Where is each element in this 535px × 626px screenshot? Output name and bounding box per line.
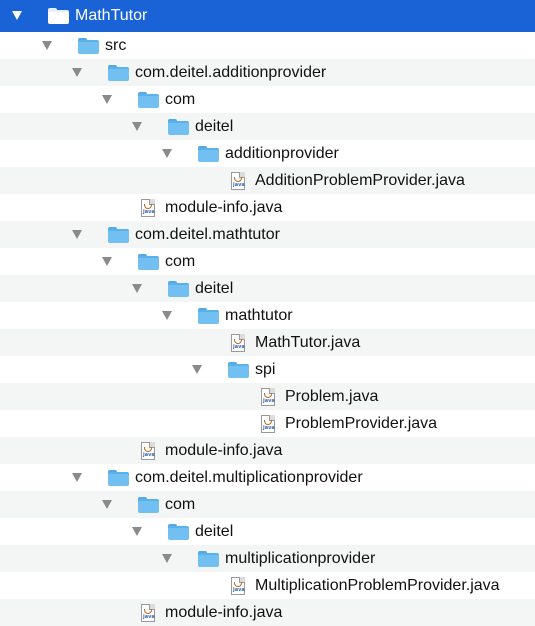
tree-item-label: spi xyxy=(255,361,276,378)
tree-row-folder[interactable]: multiplicationprovider xyxy=(0,545,535,572)
tree-item-label: MultiplicationProblemProvider.java xyxy=(255,577,500,594)
tree-item-label: module-info.java xyxy=(165,442,283,459)
tree-row-file[interactable]: java MathTutor.java xyxy=(0,329,535,356)
tree-item-label: Problem.java xyxy=(285,388,379,405)
java-file-icon: java xyxy=(141,194,155,221)
java-file-icon: java xyxy=(261,410,275,437)
tree-item-label: additionprovider xyxy=(225,145,339,162)
disclosure-triangle-icon[interactable] xyxy=(100,248,114,275)
tree-row-file[interactable]: java AdditionProblemProvider.java xyxy=(0,167,535,194)
folder-icon xyxy=(198,302,219,329)
folder-icon xyxy=(108,59,129,86)
tree-row-file[interactable]: java MultiplicationProblemProvider.java xyxy=(0,572,535,599)
java-file-icon: java xyxy=(141,599,155,626)
folder-icon xyxy=(198,545,219,572)
folder-icon xyxy=(198,140,219,167)
disclosure-triangle-icon[interactable] xyxy=(160,545,174,572)
disclosure-triangle-icon[interactable] xyxy=(70,464,84,491)
folder-icon xyxy=(138,491,159,518)
tree-item-label: com xyxy=(165,253,196,270)
disclosure-triangle-icon[interactable] xyxy=(130,275,144,302)
tree-row-folder[interactable]: com.deitel.additionprovider xyxy=(0,59,535,86)
tree-item-label: module-info.java xyxy=(165,199,283,216)
tree-row-folder[interactable]: spi xyxy=(0,356,535,383)
disclosure-triangle-icon[interactable] xyxy=(100,86,114,113)
disclosure-triangle-icon[interactable] xyxy=(160,140,174,167)
tree-item-label: MathTutor.java xyxy=(255,334,361,351)
tree-row-folder[interactable]: mathtutor xyxy=(0,302,535,329)
disclosure-triangle-icon[interactable] xyxy=(130,518,144,545)
disclosure-triangle-icon[interactable] xyxy=(160,302,174,329)
java-file-icon: java xyxy=(261,383,275,410)
tree-item-label: com xyxy=(165,91,196,108)
tree-row-file[interactable]: java module-info.java xyxy=(0,599,535,626)
tree-item-label: mathtutor xyxy=(225,307,293,324)
tree-row-file[interactable]: java Problem.java xyxy=(0,383,535,410)
tree-row-folder[interactable]: additionprovider xyxy=(0,140,535,167)
folder-icon xyxy=(168,518,189,545)
folder-icon xyxy=(108,221,129,248)
tree-row-file[interactable]: java module-info.java xyxy=(0,437,535,464)
tree-row-folder[interactable]: deitel xyxy=(0,113,535,140)
tree-item-label: multiplicationprovider xyxy=(225,550,376,567)
tree-item-label: deitel xyxy=(195,118,234,135)
folder-icon xyxy=(138,248,159,275)
disclosure-triangle-icon[interactable] xyxy=(10,2,24,29)
disclosure-triangle-icon[interactable] xyxy=(40,32,54,59)
tree-row-folder[interactable]: com.deitel.mathtutor xyxy=(0,221,535,248)
tree-item-label: deitel xyxy=(195,523,234,540)
folder-icon xyxy=(48,2,69,29)
disclosure-triangle-icon[interactable] xyxy=(100,491,114,518)
tree-item-label: com.deitel.mathtutor xyxy=(135,226,280,243)
tree-row-folder[interactable]: com xyxy=(0,248,535,275)
tree-row-folder[interactable]: com xyxy=(0,491,535,518)
tree-row-file[interactable]: java ProblemProvider.java xyxy=(0,410,535,437)
tree-item-label: com.deitel.multiplicationprovider xyxy=(135,469,363,486)
tree-item-label: module-info.java xyxy=(165,604,283,621)
disclosure-triangle-icon[interactable] xyxy=(70,59,84,86)
tree-row-file[interactable]: java module-info.java xyxy=(0,194,535,221)
tree-item-label: src xyxy=(105,37,127,54)
java-file-icon: java xyxy=(231,572,245,599)
folder-icon xyxy=(78,32,99,59)
folder-icon xyxy=(228,356,249,383)
tree-row-folder[interactable]: deitel xyxy=(0,518,535,545)
tree-row-folder[interactable]: MathTutor xyxy=(0,0,535,32)
folder-icon xyxy=(108,464,129,491)
tree-item-label: deitel xyxy=(195,280,234,297)
java-file-icon: java xyxy=(231,167,245,194)
folder-icon xyxy=(168,113,189,140)
project-tree: MathTutor src com.deitel.additionprovider c… xyxy=(0,0,535,626)
tree-row-folder[interactable]: com.deitel.multiplicationprovider xyxy=(0,464,535,491)
tree-row-folder[interactable]: com xyxy=(0,86,535,113)
tree-item-label: MathTutor xyxy=(75,7,148,24)
tree-row-folder[interactable]: src xyxy=(0,32,535,59)
tree-item-label: AdditionProblemProvider.java xyxy=(255,172,465,189)
tree-item-label: ProblemProvider.java xyxy=(285,415,438,432)
folder-icon xyxy=(168,275,189,302)
java-file-icon: java xyxy=(231,329,245,356)
tree-item-label: com xyxy=(165,496,196,513)
disclosure-triangle-icon[interactable] xyxy=(190,356,204,383)
folder-icon xyxy=(138,86,159,113)
tree-row-folder[interactable]: deitel xyxy=(0,275,535,302)
tree-item-label: com.deitel.additionprovider xyxy=(135,64,327,81)
disclosure-triangle-icon[interactable] xyxy=(70,221,84,248)
disclosure-triangle-icon[interactable] xyxy=(130,113,144,140)
java-file-icon: java xyxy=(141,437,155,464)
